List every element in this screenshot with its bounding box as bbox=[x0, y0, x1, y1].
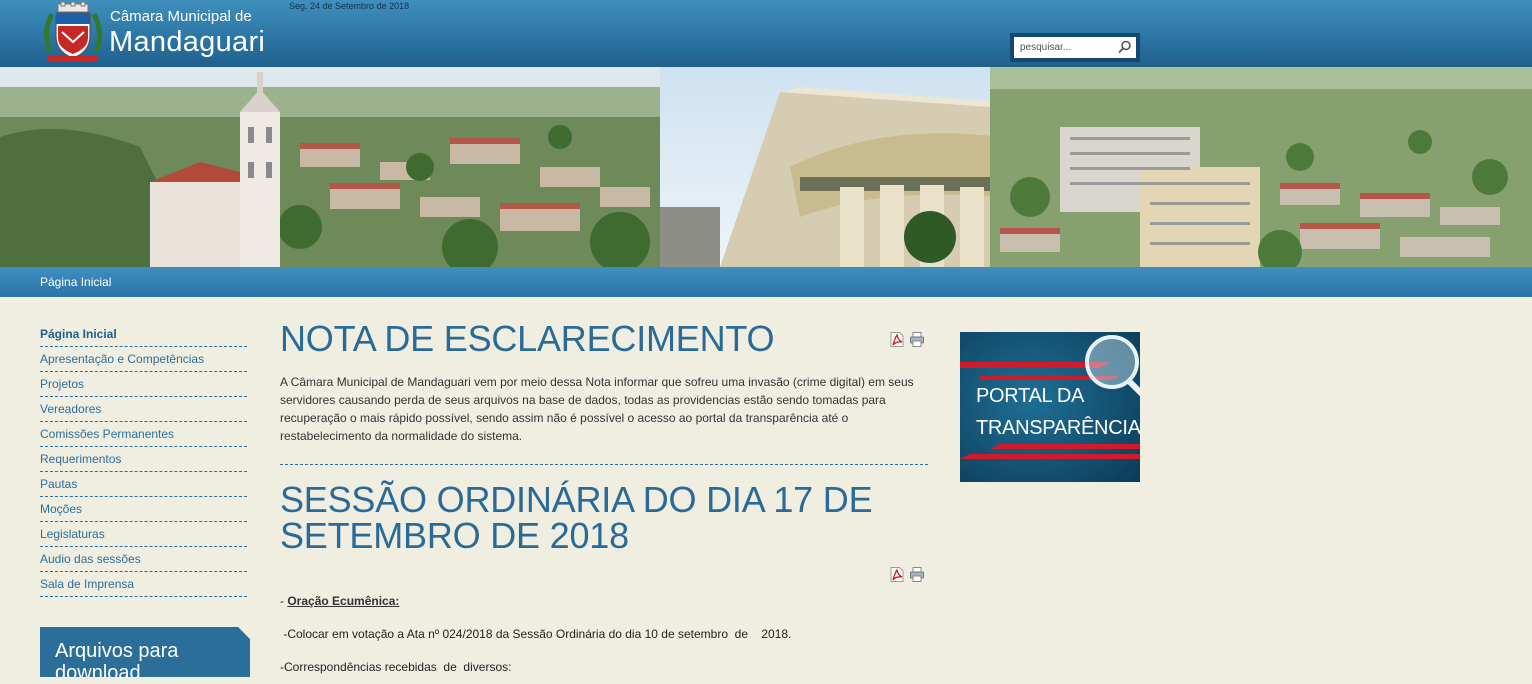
session-item: -Correspondências recebidas de diversos: bbox=[280, 660, 512, 674]
site-title[interactable]: Mandaguari bbox=[109, 26, 265, 59]
search-icon[interactable] bbox=[1118, 40, 1132, 54]
pdf-icon[interactable] bbox=[890, 332, 904, 347]
top-nav-bar: Página Inicial bbox=[0, 267, 1532, 297]
transparency-portal-label: PORTAL DA TRANSPARÊNCIA bbox=[976, 380, 1140, 444]
downloads-title: Arquivos para download bbox=[55, 640, 179, 684]
sidebar-item-apresentacao[interactable]: Apresentação e Competências bbox=[40, 347, 247, 372]
current-date: Seg. 24 de Setembro de 2018 bbox=[289, 1, 410, 11]
sidebar-item-legislaturas[interactable]: Legislaturas bbox=[40, 522, 247, 547]
pdf-icon[interactable] bbox=[890, 567, 904, 582]
article-actions bbox=[890, 567, 926, 583]
sidebar-item-mocoes[interactable]: Moções bbox=[40, 497, 247, 522]
nav-home-link[interactable]: Página Inicial bbox=[40, 275, 111, 289]
site-title-small: Câmara Municipal de bbox=[110, 8, 252, 25]
session-item: -Colocar em votação a Ata nº 024/2018 da… bbox=[280, 627, 792, 641]
session-item-label: Oração Ecumênica: bbox=[287, 594, 400, 608]
sidebar-item-requerimentos[interactable]: Requerimentos bbox=[40, 447, 247, 472]
transparency-portal-banner[interactable]: PORTAL DA TRANSPARÊNCIA bbox=[960, 332, 1140, 482]
header-banner-photo bbox=[0, 67, 1532, 267]
print-icon[interactable] bbox=[910, 332, 924, 347]
transparency-label-line2: TRANSPARÊNCIA bbox=[976, 417, 1140, 439]
article-actions bbox=[890, 332, 926, 348]
sidebar-item-sala-imprensa[interactable]: Sala de Imprensa bbox=[40, 572, 247, 597]
sidebar-menu: Página Inicial Apresentação e Competênci… bbox=[40, 322, 247, 597]
sidebar-item-pautas[interactable]: Pautas bbox=[40, 472, 247, 497]
sidebar-item-vereadores[interactable]: Vereadores bbox=[40, 397, 247, 422]
sidebar-item-comissoes[interactable]: Comissões Permanentes bbox=[40, 422, 247, 447]
session-item: - Oração Ecumênica: bbox=[280, 594, 399, 608]
municipal-crest-logo[interactable] bbox=[40, 2, 106, 64]
transparency-label-line1: PORTAL DA bbox=[976, 385, 1085, 407]
sidebar-item-pagina-inicial[interactable]: Página Inicial bbox=[40, 322, 247, 347]
sidebar-item-projetos[interactable]: Projetos bbox=[40, 372, 247, 397]
search-box bbox=[1010, 33, 1140, 62]
sidebar-item-audio-sessoes[interactable]: Audio das sessões bbox=[40, 547, 247, 572]
article-body-nota: A Câmara Municipal de Mandaguari vem por… bbox=[280, 375, 914, 443]
article-title-sessao[interactable]: SESSÃO ORDINÁRIA DO DIA 17 DE SETEMBRO D… bbox=[280, 482, 920, 554]
article-divider bbox=[280, 464, 928, 465]
site-header: Câmara Municipal de Mandaguari Seg. 24 d… bbox=[0, 0, 1532, 67]
article-title-nota[interactable]: NOTA DE ESCLARECIMENTO bbox=[280, 321, 775, 357]
print-icon[interactable] bbox=[910, 567, 924, 582]
